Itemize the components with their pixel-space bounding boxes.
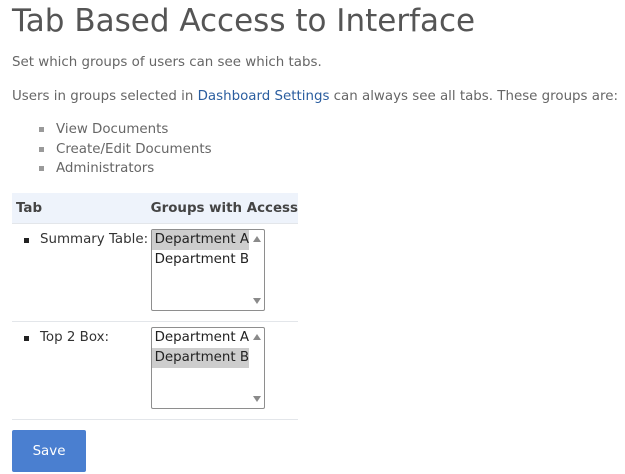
tab-label-top-2-box: Top 2 Box:: [12, 322, 151, 346]
groups-cell: Department A Department B: [150, 321, 298, 420]
column-header-groups: Groups with Access: [150, 193, 298, 224]
option-department-a[interactable]: Department A: [151, 230, 249, 250]
group-item: Create/Edit Documents: [39, 140, 212, 160]
tab-cell: Summary Table:: [12, 223, 151, 322]
listbox-scrollbar[interactable]: [250, 328, 264, 408]
listbox-scrollbar[interactable]: [250, 230, 264, 310]
tab-access-table: Tab Groups with Access Summary Table: De…: [12, 193, 298, 420]
table-row: Summary Table: Department A Department B: [12, 223, 298, 322]
note-text: Users in groups selected in Dashboard Se…: [12, 87, 618, 107]
page-title: Tab Based Access to Interface: [12, 3, 476, 39]
save-button[interactable]: Save: [12, 430, 86, 472]
note-text-before: Users in groups selected in: [12, 89, 198, 104]
scroll-down-arrow-icon[interactable]: [252, 298, 261, 304]
scroll-up-arrow-icon[interactable]: [252, 236, 261, 242]
groups-cell: Department A Department B: [150, 223, 298, 322]
table-row: Top 2 Box: Department A Department B: [12, 321, 298, 420]
groups-multiselect-top-2-box[interactable]: Department A Department B: [150, 327, 265, 409]
tab-cell: Top 2 Box:: [12, 321, 151, 420]
groups-multiselect-summary-table[interactable]: Department A Department B: [150, 229, 265, 311]
always-visible-groups-list: View Documents Create/Edit Documents Adm…: [39, 120, 212, 179]
option-department-a[interactable]: Department A: [152, 328, 249, 348]
column-header-tab: Tab: [12, 193, 151, 224]
table-header-row: Tab Groups with Access: [12, 193, 298, 224]
scroll-up-arrow-icon[interactable]: [252, 334, 261, 340]
option-department-b[interactable]: Department B: [151, 348, 249, 368]
intro-text: Set which groups of users can see which …: [12, 55, 322, 70]
tab-label-summary-table: Summary Table:: [12, 224, 151, 248]
option-department-b[interactable]: Department B: [152, 250, 249, 270]
dashboard-settings-link[interactable]: Dashboard Settings: [198, 89, 330, 104]
note-text-after: can always see all tabs. These groups ar…: [329, 89, 618, 104]
group-item: Administrators: [39, 159, 212, 179]
scroll-down-arrow-icon[interactable]: [252, 396, 261, 402]
group-item: View Documents: [39, 120, 212, 140]
